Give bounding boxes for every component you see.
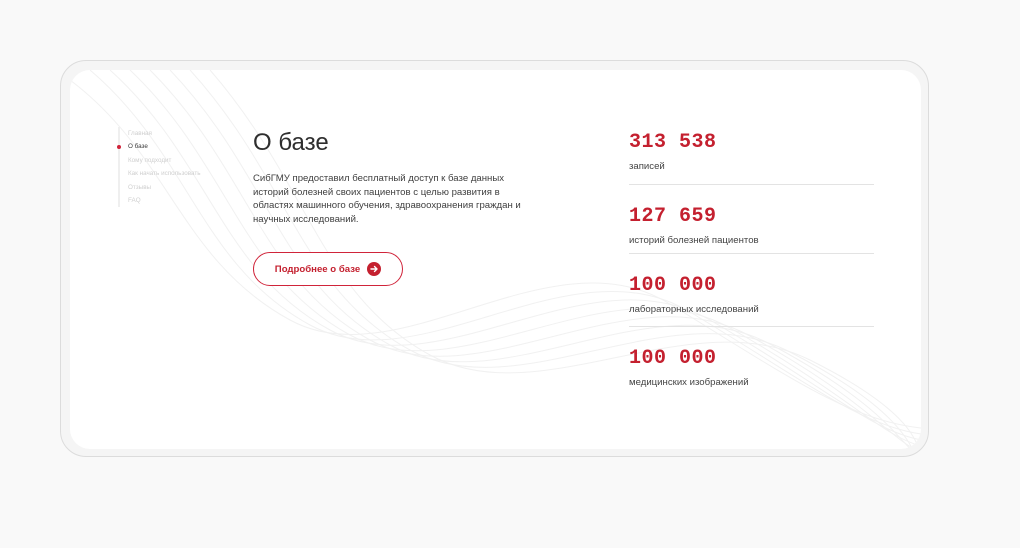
nav-item-audience[interactable]: Кому подходит	[120, 154, 230, 167]
nav-item-faq[interactable]: FAQ	[120, 194, 230, 207]
stat-label: записей	[629, 161, 665, 172]
arrow-right-circle-icon	[367, 262, 382, 276]
section-description: СибГМУ предоставил бесплатный доступ к б…	[253, 173, 521, 225]
stat-medical-images: 100 000 медицинских изображений	[629, 346, 874, 389]
more-about-button-label: Подробнее о базе	[274, 263, 361, 275]
stat-value: 100 000	[629, 347, 717, 370]
nav-item-about[interactable]: О базе	[117, 140, 230, 153]
stat-divider	[629, 253, 874, 254]
stat-divider	[629, 184, 874, 185]
stat-label: медицинских изображений	[629, 377, 749, 388]
nav-item-reviews[interactable]: Отзывы	[120, 181, 230, 194]
stat-divider	[629, 326, 874, 327]
section-nav: Главная О базе Кому подходит Как начать …	[117, 127, 230, 208]
nav-item-getting-started[interactable]: Как начать использовать	[120, 167, 230, 180]
stat-value: 100 000	[629, 274, 717, 297]
stat-label: лабораторных исследований	[629, 304, 759, 315]
stat-lab-tests: 100 000 лабораторных исследований	[629, 273, 874, 316]
stat-value: 313 538	[629, 131, 717, 154]
more-about-button[interactable]: Подробнее о базе	[253, 252, 403, 286]
stat-label: историй болезней пациентов	[629, 235, 759, 246]
stat-value: 127 659	[629, 205, 717, 228]
section-title: О базе	[253, 129, 329, 156]
stat-case-histories: 127 659 историй болезней пациентов	[629, 204, 874, 247]
nav-item-home[interactable]: Главная	[120, 127, 230, 140]
stat-records: 313 538 записей	[629, 130, 874, 173]
